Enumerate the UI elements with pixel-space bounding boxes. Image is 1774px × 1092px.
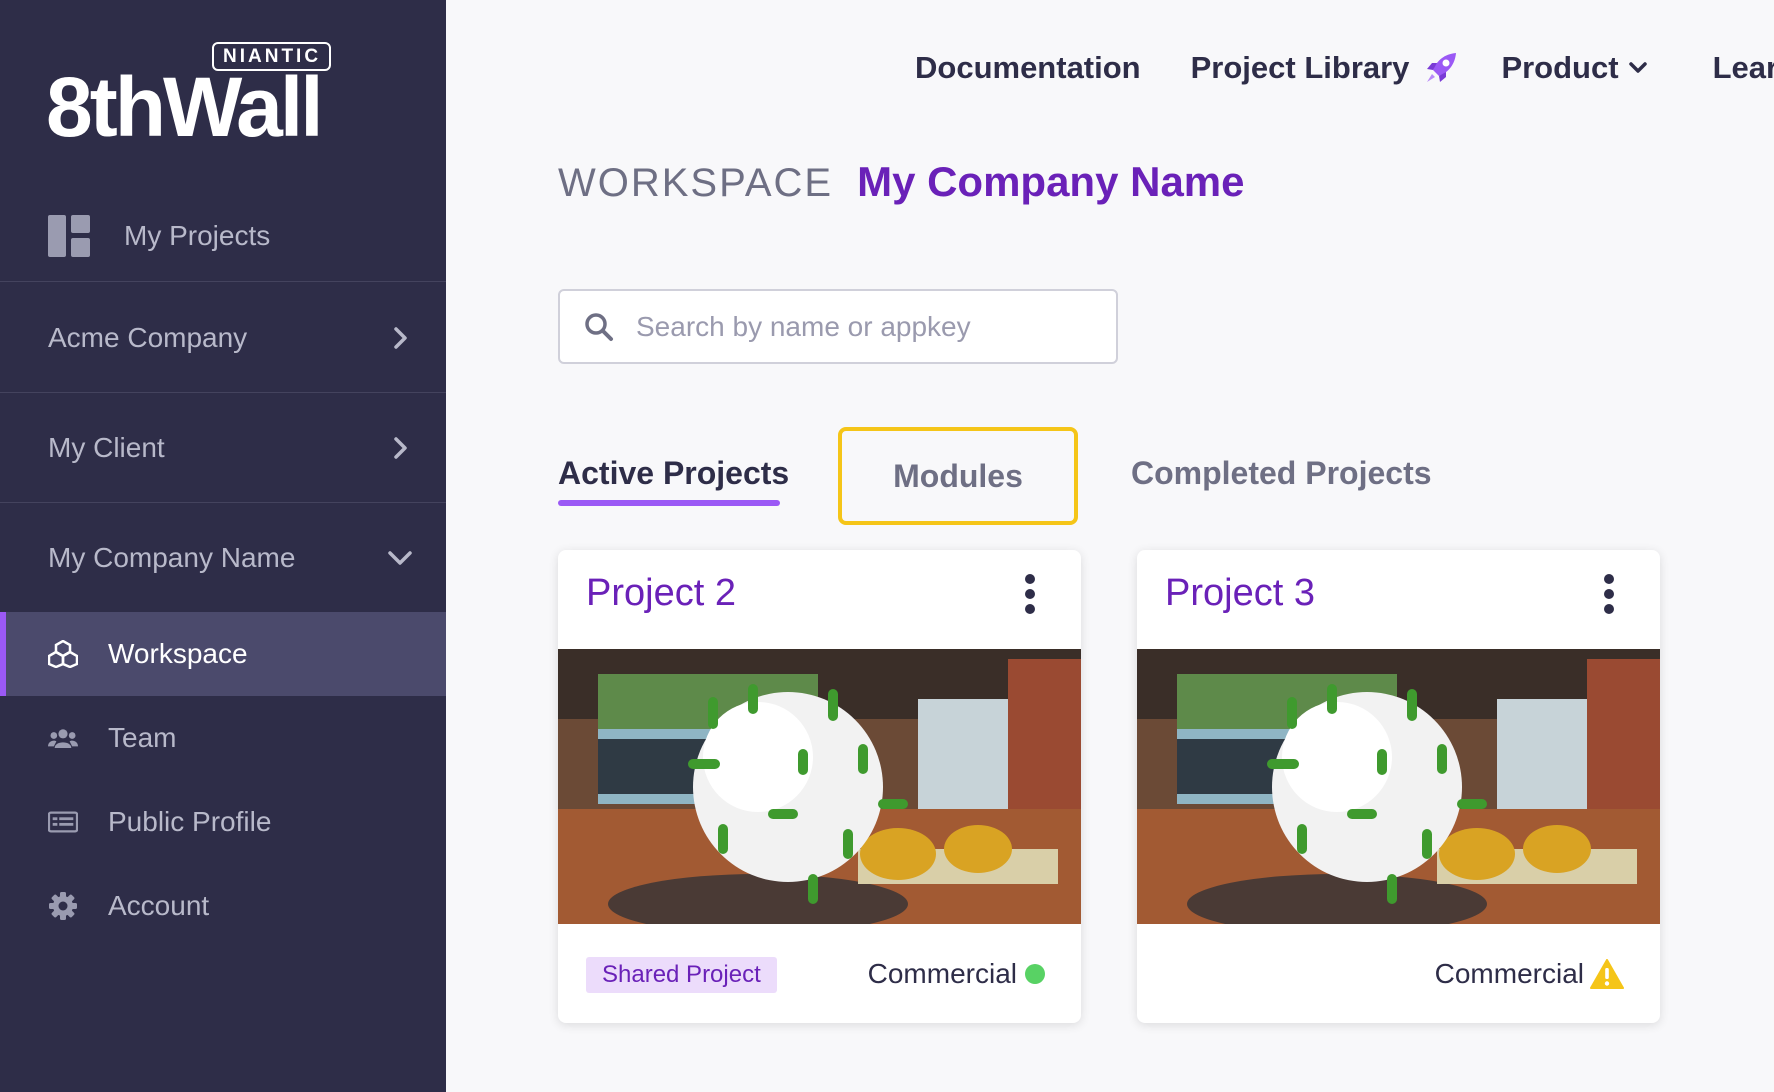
sidebar-item-label: Team: [108, 722, 177, 753]
chevron-right-icon: [394, 326, 407, 349]
active-tab-underline: [558, 500, 780, 506]
tab-completed-projects[interactable]: Completed Projects: [1131, 455, 1432, 492]
license-status: Commercial: [868, 958, 1045, 990]
warning-icon: [1590, 959, 1624, 989]
workspace-label: WORKSPACE: [558, 161, 834, 205]
sidebar-item-label: Account: [108, 890, 210, 921]
card-footer: Shared Project Commercial: [558, 924, 1081, 1023]
dashboard-icon: [48, 214, 90, 257]
more-options-icon[interactable]: [1602, 574, 1616, 614]
shared-project-badge: Shared Project: [586, 957, 777, 993]
company-name: My Company Name: [857, 158, 1245, 205]
sidebar-item-workspace[interactable]: Workspace: [0, 612, 446, 696]
project-title[interactable]: Project 2: [586, 572, 736, 615]
sidebar-item-account[interactable]: Account: [0, 864, 446, 948]
status-active-dot-icon: [1025, 964, 1045, 984]
sidebar-item-public-profile[interactable]: Public Profile: [0, 780, 446, 864]
rocket-icon: [1427, 53, 1457, 82]
license-status: Commercial: [1435, 958, 1624, 990]
cubes-icon: [48, 640, 78, 668]
sidebar-group-acme-company[interactable]: Acme Company: [0, 283, 446, 393]
project-thumbnail[interactable]: [1137, 649, 1660, 924]
project-card[interactable]: Project 3 Commercial: [1137, 550, 1660, 1023]
tab-modules-label: Modules: [893, 457, 1023, 494]
search-box[interactable]: [558, 289, 1118, 364]
chevron-down-icon: [1628, 62, 1647, 73]
sidebar-group-my-client[interactable]: My Client: [0, 393, 446, 503]
sidebar-item-label: Public Profile: [108, 806, 272, 837]
more-options-icon[interactable]: [1023, 574, 1037, 614]
top-navigation: Documentation Project Library Product Le…: [915, 46, 1774, 90]
sidebar-group-my-company-name[interactable]: My Company Name: [0, 503, 446, 613]
sidebar-group-label: My Company Name: [48, 542, 296, 573]
sidebar-item-label: My Projects: [124, 219, 271, 251]
sidebar-item-team[interactable]: Team: [0, 696, 446, 780]
project-thumbnail[interactable]: [558, 649, 1081, 924]
8thwall-logo-text: 8thWall: [46, 60, 324, 154]
active-indicator: [0, 612, 6, 696]
nav-documentation[interactable]: Documentation: [915, 50, 1141, 86]
tab-modules[interactable]: Modules: [838, 427, 1078, 525]
nav-learn[interactable]: Learn: [1713, 50, 1774, 86]
card-footer: Commercial: [1137, 924, 1660, 1023]
sidebar: NIANTIC 8thWall My Projects Acme Company…: [0, 0, 446, 1092]
tab-active-projects[interactable]: Active Projects: [558, 455, 789, 492]
nav-product-label: Product: [1501, 50, 1619, 85]
users-icon: [48, 729, 78, 748]
nav-project-library-label: Project Library: [1190, 50, 1410, 85]
sidebar-group-label: Acme Company: [48, 321, 248, 353]
profile-card-icon: [48, 811, 78, 833]
page-title: WORKSPACE My Company Name: [558, 158, 1245, 206]
sidebar-group-label: My Client: [48, 431, 165, 463]
gear-icon: [49, 892, 77, 920]
nav-product-dropdown[interactable]: Product: [1501, 50, 1648, 86]
8thwall-logo[interactable]: NIANTIC 8thWall: [46, 38, 336, 152]
search-icon: [585, 312, 613, 341]
project-card[interactable]: Project 2 Shared Project Commercial: [558, 550, 1081, 1023]
license-status-label: Commercial: [867, 958, 1017, 989]
chevron-down-icon: [388, 551, 412, 565]
nav-project-library[interactable]: Project Library: [1191, 50, 1460, 86]
license-status-label: Commercial: [1434, 958, 1584, 989]
sidebar-item-my-projects[interactable]: My Projects: [0, 190, 446, 282]
sidebar-item-label: Workspace: [108, 638, 248, 669]
search-input[interactable]: [636, 310, 1076, 343]
chevron-right-icon: [394, 436, 407, 459]
project-title[interactable]: Project 3: [1165, 572, 1315, 615]
